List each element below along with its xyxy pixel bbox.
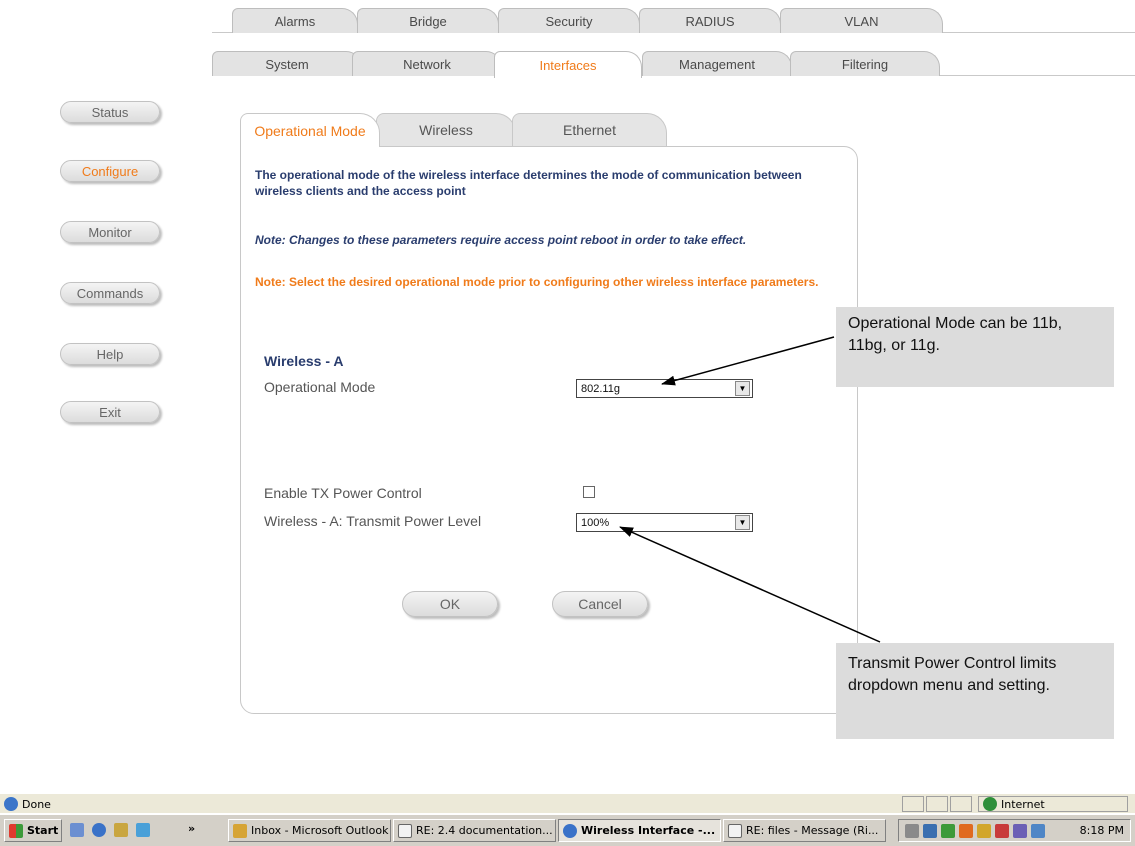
status-text: Done: [22, 797, 51, 811]
tab-security[interactable]: Security: [498, 8, 640, 33]
dropdown-arrow-icon[interactable]: ▼: [735, 515, 750, 530]
status-text-area: Done: [4, 797, 51, 811]
windows-logo-icon: [9, 823, 23, 838]
intro-text: The operational mode of the wireless int…: [255, 168, 802, 198]
security-zone: Internet: [978, 796, 1128, 812]
tx-power-enable-label: Enable TX Power Control: [264, 485, 422, 501]
subtab-wireless[interactable]: Wireless: [376, 113, 516, 146]
clock: 8:18 PM: [1079, 824, 1124, 837]
zone-label: Internet: [1001, 797, 1045, 811]
tab-vlan[interactable]: VLAN: [780, 8, 943, 33]
more-icon[interactable]: »: [188, 822, 195, 835]
show-desktop-icon[interactable]: [70, 823, 84, 837]
user-icon[interactable]: [941, 823, 955, 838]
tab-alarms[interactable]: Alarms: [232, 8, 358, 33]
tab-interfaces[interactable]: Interfaces: [494, 51, 642, 78]
tx-power-level-value: 100%: [581, 516, 610, 529]
start-button[interactable]: Start: [4, 819, 62, 842]
search-icon[interactable]: [1031, 823, 1045, 838]
nav-help-button[interactable]: Help: [60, 343, 160, 365]
speaker-icon[interactable]: [905, 823, 919, 838]
quick-launch: [70, 823, 150, 837]
windows-taskbar: Start » Inbox - Microsoft Outlook RE: 2.…: [0, 814, 1135, 846]
tx-power-callout: Transmit Power Control limits dropdown m…: [836, 643, 1114, 739]
taskbar-item-label: RE: 2.4 documentation...: [416, 824, 553, 837]
start-label: Start: [27, 824, 59, 837]
taskbar-item-label: Inbox - Microsoft Outlook: [251, 824, 389, 837]
status-cell: [926, 796, 948, 812]
nav-exit-button[interactable]: Exit: [60, 401, 160, 423]
envelope-icon: [398, 823, 412, 838]
tab-radius[interactable]: RADIUS: [639, 8, 781, 33]
subtab-operational-mode[interactable]: Operational Mode: [240, 113, 380, 147]
nav-status-button[interactable]: Status: [60, 101, 160, 123]
system-tray: 8:18 PM: [898, 819, 1131, 842]
status-cell: [950, 796, 972, 812]
taskbar-item-label: Wireless Interface -...: [581, 824, 716, 837]
antivirus-icon[interactable]: [959, 823, 973, 838]
nav-configure-button[interactable]: Configure: [60, 160, 160, 182]
operational-mode-select[interactable]: 802.11g ▼: [576, 379, 753, 398]
outlook-icon[interactable]: [114, 823, 128, 837]
tray-app-icon[interactable]: [995, 823, 1009, 838]
outlook-icon: [233, 823, 247, 838]
taskbar-item-email-1[interactable]: RE: 2.4 documentation...: [393, 819, 556, 842]
subtab-ethernet[interactable]: Ethernet: [512, 113, 667, 146]
globe-icon: [983, 797, 997, 811]
nav-commands-button[interactable]: Commands: [60, 282, 160, 304]
select-mode-note: Note: Select the desired operational mod…: [255, 275, 819, 289]
nav-monitor-button[interactable]: Monitor: [60, 221, 160, 243]
browser-status-bar: Done Internet: [0, 793, 1135, 813]
tab-network[interactable]: Network: [352, 51, 502, 76]
ok-button[interactable]: OK: [402, 591, 498, 617]
taskbar-item-email-2[interactable]: RE: files - Message (Ri...: [723, 819, 886, 842]
top-tab-row-1: Alarms Bridge Security RADIUS VLAN: [212, 8, 1135, 33]
dropdown-arrow-icon[interactable]: ▼: [735, 381, 750, 396]
web-admin-window: Alarms Bridge Security RADIUS VLAN Syste…: [0, 0, 1135, 846]
cancel-button[interactable]: Cancel: [552, 591, 648, 617]
operational-mode-callout: Operational Mode can be 11b, 11bg, or 11…: [836, 307, 1114, 387]
operational-mode-label: Operational Mode: [264, 379, 376, 395]
top-tab-row-2: System Network Interfaces Management Fil…: [212, 51, 1135, 78]
tab-management[interactable]: Management: [642, 51, 792, 76]
ie-page-icon: [4, 797, 18, 811]
internet-explorer-icon[interactable]: [92, 823, 106, 837]
envelope-icon: [728, 823, 742, 838]
network-icon[interactable]: [923, 823, 937, 838]
tab-system[interactable]: System: [212, 51, 362, 76]
tx-power-level-label: Wireless - A: Transmit Power Level: [264, 513, 482, 529]
tray-app-icon[interactable]: [977, 823, 991, 838]
section-title: Wireless - A: [264, 353, 344, 369]
taskbar-item-wireless-interface[interactable]: Wireless Interface -...: [558, 819, 721, 842]
tx-power-level-select[interactable]: 100% ▼: [576, 513, 753, 532]
tx-power-enable-checkbox[interactable]: [583, 486, 595, 498]
status-cell: [902, 796, 924, 812]
operational-mode-value: 802.11g: [581, 382, 620, 395]
internet-explorer-icon: [563, 823, 577, 838]
taskbar-item-outlook[interactable]: Inbox - Microsoft Outlook: [228, 819, 391, 842]
app-icon[interactable]: [136, 823, 150, 837]
tab-bridge[interactable]: Bridge: [357, 8, 499, 33]
reboot-note: Note: Changes to these parameters requir…: [255, 233, 747, 247]
taskbar-item-label: RE: files - Message (Ri...: [746, 824, 879, 837]
tray-app-icon[interactable]: [1013, 823, 1027, 838]
tab-filtering[interactable]: Filtering: [790, 51, 940, 76]
